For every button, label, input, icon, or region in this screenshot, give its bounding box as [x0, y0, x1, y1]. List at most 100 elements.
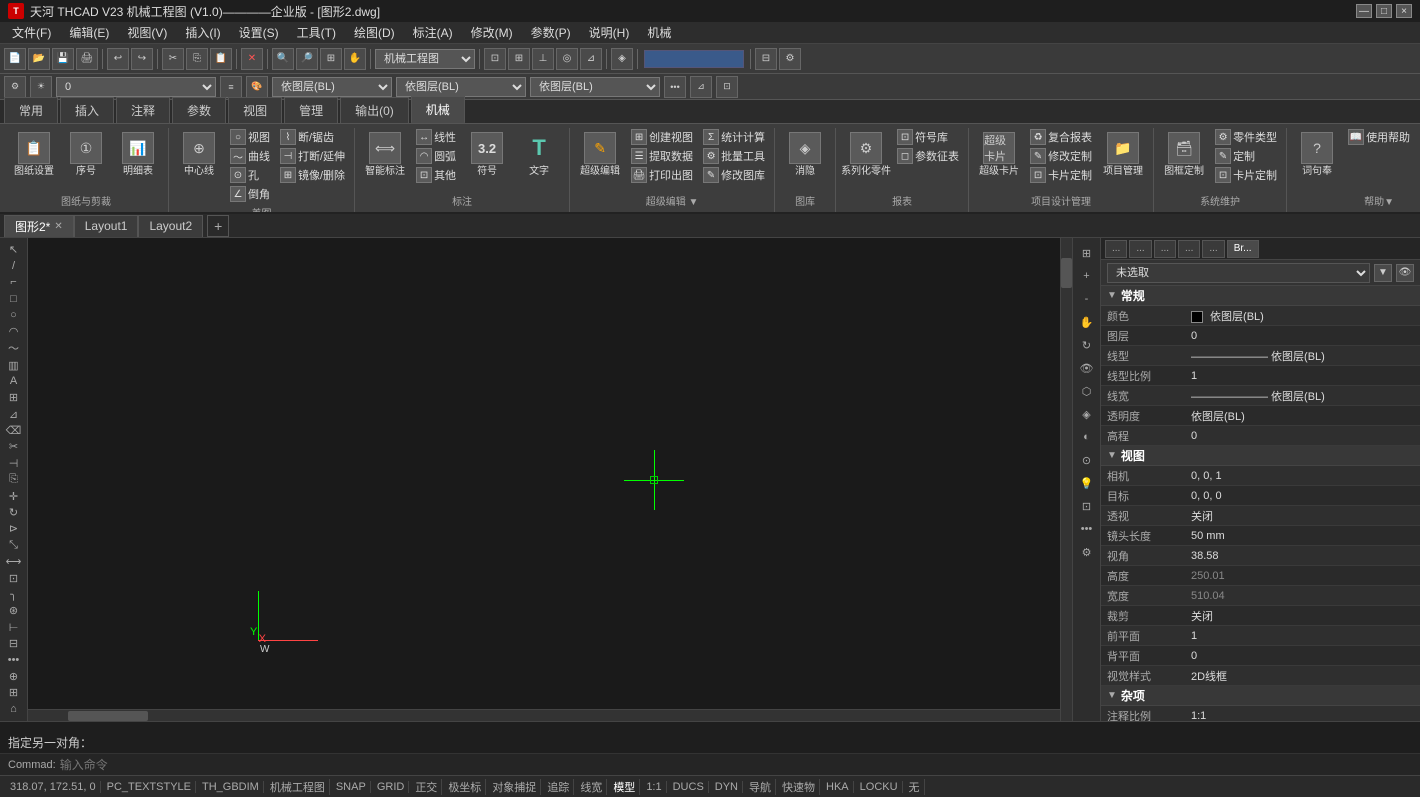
drawing-tab-layout2[interactable]: Layout2: [138, 215, 203, 237]
lt-pan-nav[interactable]: ⌂: [3, 702, 25, 717]
prop-section-view[interactable]: ▼ 视图: [1101, 446, 1420, 466]
lt-trim[interactable]: ✂: [3, 439, 25, 454]
lt-more3[interactable]: ⊞: [3, 685, 25, 700]
rt-cube[interactable]: ⬡: [1076, 380, 1098, 402]
tb-track[interactable]: ⊡: [716, 76, 738, 98]
ribbon-tab-common[interactable]: 常用: [4, 97, 58, 123]
menu-draw[interactable]: 绘图(D): [346, 22, 403, 43]
lt-rectangle[interactable]: □: [3, 291, 25, 306]
status-hka[interactable]: HKA: [822, 781, 854, 793]
scrollbar-vertical[interactable]: [1060, 238, 1072, 721]
lt-text[interactable]: A: [3, 374, 25, 389]
rt-shade[interactable]: ◐: [1076, 426, 1098, 448]
lt-rotate[interactable]: ↻: [3, 505, 25, 520]
lt-spline[interactable]: 〜: [3, 340, 25, 356]
lt-more2[interactable]: ⊕: [3, 669, 25, 684]
prop-tab-1[interactable]: ...: [1105, 240, 1127, 258]
tb-zoom-in[interactable]: 🔍: [272, 48, 294, 70]
menu-help[interactable]: 说明(H): [581, 22, 638, 43]
tb-grid[interactable]: ⊞: [508, 48, 530, 70]
rbn-text[interactable]: T 文字: [515, 128, 563, 180]
rt-zoom-ext[interactable]: ⊞: [1076, 242, 1098, 264]
rbn-drawing-template[interactable]: 🗃 图框定制: [1160, 128, 1208, 180]
rbn-centerline[interactable]: ⊕ 中心线: [175, 128, 223, 180]
ribbon-tab-params[interactable]: 参数: [172, 97, 226, 123]
lt-more1[interactable]: •••: [3, 652, 25, 667]
rbn-repeat-report[interactable]: ♻ 复合报表: [1027, 128, 1095, 146]
rbn-zero-type[interactable]: ⚙ 零件类型: [1212, 128, 1280, 146]
rt-light[interactable]: 💡: [1076, 472, 1098, 494]
prop-section-misc[interactable]: ▼ 杂项: [1101, 686, 1420, 706]
status-lineweight[interactable]: 线宽: [576, 779, 607, 795]
rt-zoom-out[interactable]: -: [1076, 288, 1098, 310]
tb-paste[interactable]: 📋: [210, 48, 232, 70]
status-track[interactable]: 追踪: [543, 779, 574, 795]
tb-open[interactable]: 📂: [28, 48, 50, 70]
rbn-print-view[interactable]: 🖨 打印出图: [628, 166, 696, 184]
tb-snap[interactable]: ⊡: [484, 48, 506, 70]
menu-settings[interactable]: 设置(S): [231, 22, 287, 43]
status-nav[interactable]: 导航: [745, 779, 776, 795]
tb-layer-btn1[interactable]: ⚙: [4, 76, 26, 98]
rbn-super-edit[interactable]: ✎ 超级编辑: [576, 128, 624, 180]
tb-pts[interactable]: •••: [664, 76, 686, 98]
tb-save[interactable]: 💾: [52, 48, 74, 70]
lt-extend[interactable]: ⊣: [3, 456, 25, 471]
lt-copy[interactable]: ⎘: [3, 472, 25, 487]
lt-block[interactable]: ⊞: [3, 390, 25, 405]
rbn-create-view[interactable]: ⊞ 创建视图: [628, 128, 696, 146]
rbn-table[interactable]: ☰ 提取数据: [628, 147, 696, 165]
prop-tab-browser[interactable]: Br...: [1227, 240, 1259, 258]
rbn-drawing-setup[interactable]: 📋 图纸设置: [10, 128, 58, 180]
scrollbar-horizontal[interactable]: [28, 709, 1060, 721]
prop-tab-2[interactable]: ...: [1129, 240, 1151, 258]
rt-zoom-in[interactable]: +: [1076, 265, 1098, 287]
status-osnap[interactable]: 对象捕捉: [488, 779, 541, 795]
lt-erase[interactable]: ⌫: [3, 423, 25, 438]
rbn-circle-view[interactable]: ○ 视图: [227, 128, 273, 146]
rbn-chamfer[interactable]: ∠ 倒角: [227, 185, 273, 203]
lt-stretch[interactable]: ⟷: [3, 554, 25, 569]
menu-insert[interactable]: 插入(I): [177, 22, 228, 43]
layer-selector[interactable]: 0: [56, 77, 216, 97]
drawing-tab-fig2[interactable]: 图形2* ✕: [4, 215, 74, 237]
ribbon-tab-mechanical[interactable]: 机械: [411, 96, 465, 123]
tb-print[interactable]: 🖨: [76, 48, 98, 70]
maximize-button[interactable]: □: [1376, 4, 1392, 18]
scrollbar-thumb-v[interactable]: [1061, 258, 1072, 288]
tb-cut[interactable]: ✂: [162, 48, 184, 70]
rbn-smart-dim[interactable]: ⟺ 智能标注: [361, 128, 409, 180]
ribbon-tab-output[interactable]: 输出(0): [340, 97, 409, 123]
rbn-mirror[interactable]: ⊞ 镜像/删除: [277, 166, 348, 184]
ribbon-tab-annotation[interactable]: 注释: [116, 97, 170, 123]
status-ortho[interactable]: 正交: [411, 779, 442, 795]
tb-snap2[interactable]: ⊿: [690, 76, 712, 98]
tb-pan[interactable]: ✋: [344, 48, 366, 70]
rbn-arc-dim[interactable]: ◠ 圆弧: [413, 147, 459, 165]
close-tab-fig2[interactable]: ✕: [54, 221, 62, 232]
rbn-serial[interactable]: ① 序号: [62, 128, 110, 180]
rt-pan[interactable]: ✋: [1076, 311, 1098, 333]
rbn-bom[interactable]: 📊 明细表: [114, 128, 162, 180]
lt-mirror[interactable]: ⊳: [3, 521, 25, 536]
rbn-hide[interactable]: ◈ 消隐: [781, 128, 829, 180]
rbn-hole[interactable]: ⊙ 孔: [227, 166, 273, 184]
lt-offset[interactable]: ⊡: [3, 570, 25, 585]
menu-file[interactable]: 文件(F): [4, 22, 59, 43]
lt-arc[interactable]: ◠: [3, 324, 25, 339]
rbn-modify-custom[interactable]: ✎ 修改定制: [1027, 147, 1095, 165]
rt-settings[interactable]: ⚙: [1076, 541, 1098, 563]
rt-nav2[interactable]: ⊡: [1076, 495, 1098, 517]
rbn-curve[interactable]: 〜 曲线: [227, 147, 273, 165]
add-drawing-tab[interactable]: +: [207, 215, 229, 237]
status-snap[interactable]: SNAP: [332, 781, 371, 793]
tb-layer-btn2[interactable]: ☀: [30, 76, 52, 98]
tb-zoom-out[interactable]: 🔎: [296, 48, 318, 70]
bylayer-combo2[interactable]: 依图层(BL): [396, 77, 526, 97]
lt-fillet[interactable]: ╮: [3, 587, 25, 602]
menu-view[interactable]: 视图(V): [119, 22, 175, 43]
scrollbar-thumb-h[interactable]: [68, 711, 148, 721]
prop-eye-btn[interactable]: 👁: [1396, 264, 1414, 282]
status-grid[interactable]: GRID: [373, 781, 410, 793]
rbn-linear-dim[interactable]: ↔ 线性: [413, 128, 459, 146]
